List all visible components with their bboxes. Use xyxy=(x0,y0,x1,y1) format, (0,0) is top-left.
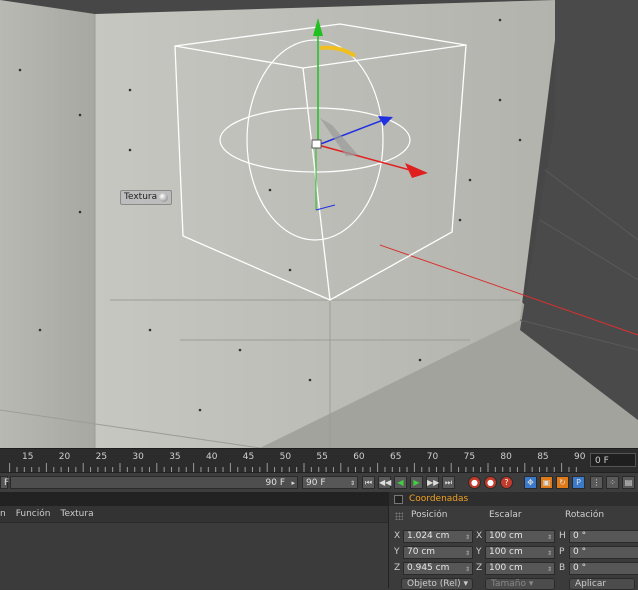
timeline-tick-label: 80 xyxy=(500,452,512,462)
position-y-field[interactable]: 70 cm ⇕ xyxy=(403,546,473,559)
menu-item-funcion[interactable]: Función xyxy=(16,509,51,519)
prev-key-button[interactable]: ◀◀ xyxy=(378,476,391,489)
timeline-tick-label: 90 xyxy=(574,452,586,462)
dots-key-icon[interactable]: ⁘ xyxy=(606,476,619,489)
position-x-value: 1.024 cm xyxy=(407,531,450,541)
start-frame-field[interactable]: F xyxy=(0,476,9,489)
position-z-value: 0.945 cm xyxy=(407,563,450,573)
axis-label: Y xyxy=(476,547,482,557)
spin-icon: ⇕ xyxy=(546,566,552,573)
end-frame-value: 90 F xyxy=(306,478,326,488)
timeline-tick-label: 30 xyxy=(132,452,144,462)
rotate-key-icon[interactable]: ↻ xyxy=(556,476,569,489)
spin-icon: ⇕ xyxy=(464,566,470,573)
move-key-icon[interactable]: ✥ xyxy=(524,476,537,489)
step-back-button[interactable]: ◀ xyxy=(394,476,407,489)
menu-item-textura[interactable]: Textura xyxy=(60,509,93,519)
coord-row-y: Y 70 cm ⇕ Y 100 cm ⇕ P 0 ° xyxy=(389,546,638,559)
range-end-label: 90 F xyxy=(265,478,286,488)
key-help-button[interactable]: ? xyxy=(500,476,513,489)
axis-label: X xyxy=(394,531,401,541)
spin-icon: ⇕ xyxy=(546,534,552,541)
axis-label: P xyxy=(559,547,565,557)
timeline-tick-label: 35 xyxy=(169,452,181,462)
param-key-icon[interactable]: P xyxy=(572,476,585,489)
timeline-tick-label: 85 xyxy=(537,452,549,462)
position-z-field[interactable]: 0.945 cm ⇕ xyxy=(403,562,473,575)
range-arrow-icon: ▸ xyxy=(291,479,295,487)
spin-icon: ⇕ xyxy=(464,550,470,557)
axis-label: X xyxy=(476,531,483,541)
timeline-tick-label: 70 xyxy=(426,452,439,462)
timeline-tick-label: 25 xyxy=(95,452,108,462)
coord-row-z: Z 0.945 cm ⇕ Z 100 cm ⇕ B 0 ° xyxy=(389,562,638,575)
end-frame-field[interactable]: 90 F ⇕ xyxy=(302,476,358,489)
panel-titlebar xyxy=(0,492,388,506)
scale-x-value: 100 cm xyxy=(489,531,523,541)
position-y-value: 70 cm xyxy=(407,547,436,557)
scale-key-icon[interactable]: ▣ xyxy=(540,476,553,489)
scale-z-field[interactable]: 100 cm ⇕ xyxy=(485,562,555,575)
spin-icon: ⇕ xyxy=(464,534,470,541)
frame-range-slider[interactable]: 90 F ▸ xyxy=(10,476,298,489)
spin-arrows-icon: ⇕ xyxy=(349,480,355,487)
material-manager-panel: n Función Textura xyxy=(0,492,388,588)
scale-z-value: 100 cm xyxy=(489,563,523,573)
coord-row-x: X 1.024 cm ⇕ X 100 cm ⇕ H 0 ° xyxy=(389,530,638,543)
timeline-tick-label: 65 xyxy=(390,452,402,462)
timeline-tick-label: 40 xyxy=(206,452,218,462)
axis-label: Z xyxy=(476,563,483,573)
coordinates-header: Coordenadas xyxy=(389,492,638,506)
timeline-tick-label: 60 xyxy=(353,452,365,462)
next-key-button[interactable]: ▶▶ xyxy=(426,476,439,489)
current-frame-field[interactable]: 0 F xyxy=(590,453,636,467)
coordinates-panel: Coordenadas Posición Escalar Rotación X … xyxy=(388,492,638,590)
rotation-h-value: 0 ° xyxy=(573,531,587,541)
panel-toggle-checkbox[interactable] xyxy=(394,494,403,504)
axis-label: H xyxy=(559,531,566,541)
rotation-h-field[interactable]: 0 ° xyxy=(569,530,638,543)
record-button[interactable]: ● xyxy=(468,476,481,489)
scale-x-field[interactable]: 100 cm ⇕ xyxy=(485,530,555,543)
timeline-tick-label: 55 xyxy=(316,452,328,462)
col-position: Posición xyxy=(411,510,448,520)
timeline-tick-label: 75 xyxy=(463,452,476,462)
viewport-3d[interactable]: Textura xyxy=(0,0,638,448)
transport-bar: F 90 F ▸ 90 F ⇕ ⏮ ◀◀ ◀ ▶ ▶▶ ⏭ ● ● ? ✥ ▣ … xyxy=(0,472,638,492)
texture-tag-label: Textura xyxy=(124,192,158,202)
apply-button[interactable]: Aplicar xyxy=(569,578,635,590)
timeline-tick-label: 45 xyxy=(242,452,255,462)
scale-y-value: 100 cm xyxy=(489,547,523,557)
rotation-p-field[interactable]: 0 ° xyxy=(569,546,638,559)
go-end-button[interactable]: ⏭ xyxy=(442,476,455,489)
texture-tag[interactable]: Textura xyxy=(120,190,173,205)
extra-key-icon[interactable]: ▤ xyxy=(622,476,635,489)
menu-item-cut[interactable]: n xyxy=(0,509,6,519)
timeline-tick-label: 15 xyxy=(22,452,34,462)
autokey-button[interactable]: ● xyxy=(484,476,497,489)
rotation-b-field[interactable]: 0 ° xyxy=(569,562,638,575)
scale-y-field[interactable]: 100 cm ⇕ xyxy=(485,546,555,559)
rotation-p-value: 0 ° xyxy=(573,547,587,557)
play-button[interactable]: ▶ xyxy=(410,476,423,489)
position-x-field[interactable]: 1.024 cm ⇕ xyxy=(403,530,473,543)
go-start-button[interactable]: ⏮ xyxy=(362,476,375,489)
material-sphere-icon xyxy=(159,193,169,202)
timeline-tick-label: 50 xyxy=(279,452,292,462)
mode-dropdown[interactable]: Objeto (Rel) ▾ xyxy=(401,578,473,590)
axis-label: B xyxy=(559,563,566,573)
col-rotation: Rotación xyxy=(565,510,605,520)
material-menu-bar: n Función Textura xyxy=(0,506,388,523)
axis-label: Z xyxy=(394,563,401,573)
axis-label: Y xyxy=(394,547,400,557)
spin-icon: ⇕ xyxy=(546,550,552,557)
timeline-tick-label: 20 xyxy=(58,452,71,462)
coordinates-title: Coordenadas xyxy=(409,494,469,504)
pla-key-icon[interactable]: ⋮ xyxy=(590,476,603,489)
timeline-ruler[interactable]: 15 20 25 30 35 40 45 50 55 60 65 70 75 80 85 90 0 F xyxy=(0,448,638,473)
scene-render xyxy=(0,0,638,448)
col-scale: Escalar xyxy=(489,510,522,520)
rotation-b-value: 0 ° xyxy=(573,563,587,573)
size-dropdown[interactable]: Tamaño ▾ xyxy=(485,578,555,590)
